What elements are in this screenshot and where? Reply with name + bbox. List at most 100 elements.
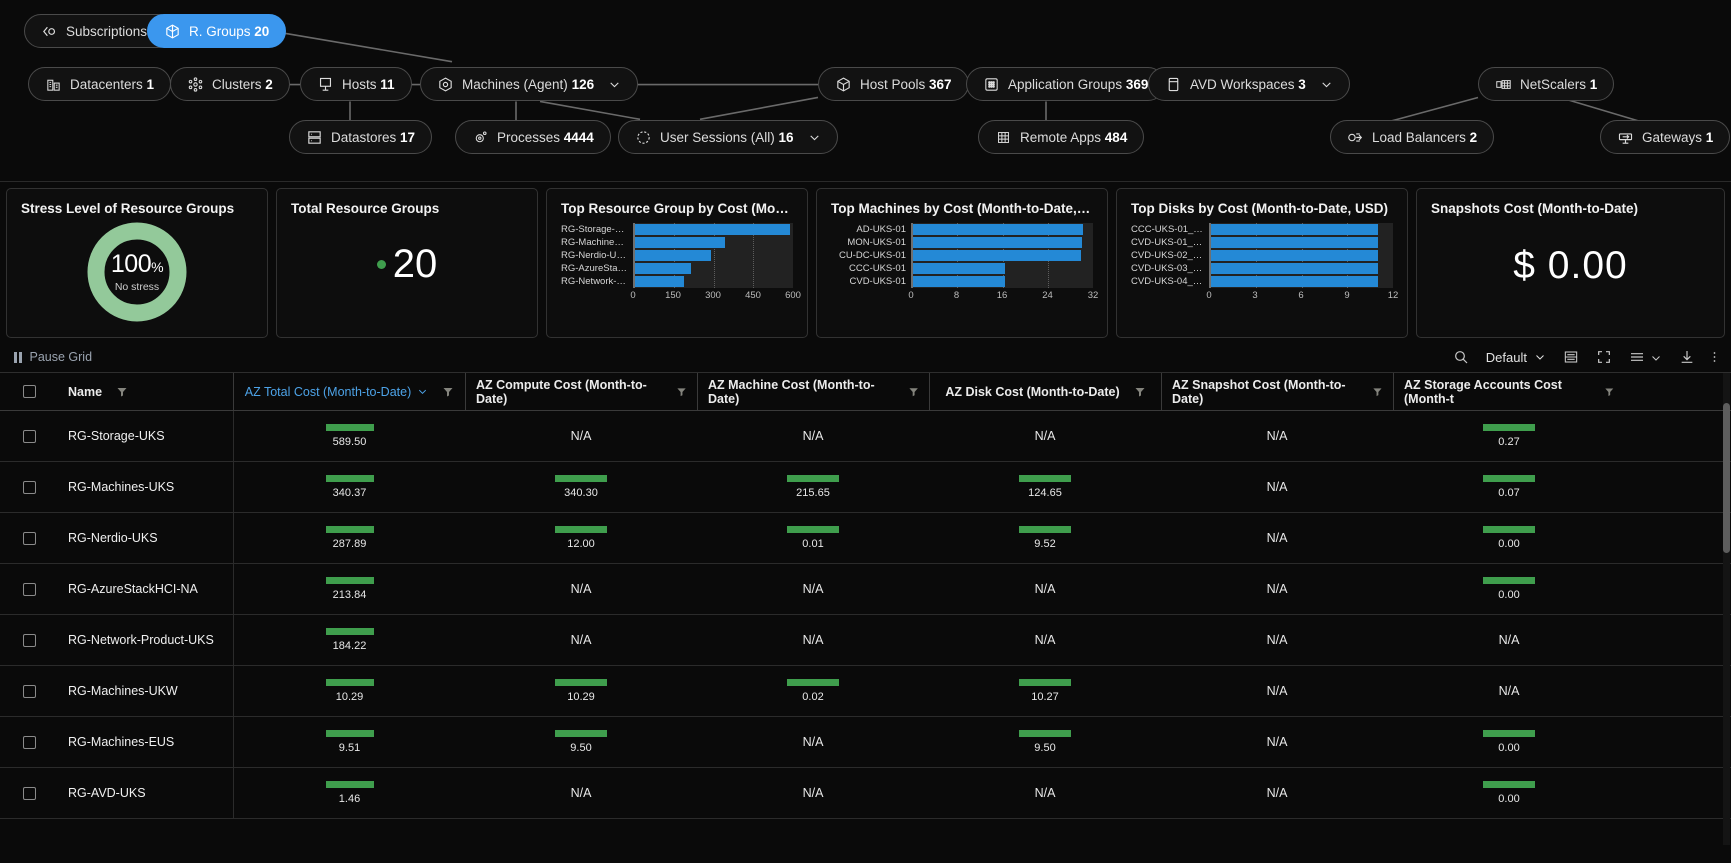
topology-node-label: Subscriptions 2 <box>66 23 158 39</box>
column-header-total[interactable]: AZ Total Cost (Month-to-Date) <box>233 373 465 410</box>
topology-node-processes[interactable]: Processes 4444 <box>455 120 611 154</box>
layout-icon[interactable] <box>1563 349 1579 365</box>
row-name-label: RG-Network-Product-UKS <box>68 633 214 647</box>
download-icon[interactable] <box>1679 349 1695 365</box>
topology-node-application-groups[interactable]: Application Groups 369 <box>966 67 1166 101</box>
card-title: Top Machines by Cost (Month-to-Date, USD… <box>831 201 1093 216</box>
row-checkbox[interactable] <box>22 582 36 596</box>
more-vertical-icon[interactable] <box>1712 349 1717 365</box>
bar-chart-row <box>635 249 793 262</box>
cell-compute: N/A <box>465 615 697 665</box>
chevron-down-icon[interactable] <box>1320 78 1333 91</box>
topology-node-datacenters[interactable]: Datacenters 1 <box>28 67 172 101</box>
card-title: Total Resource Groups <box>291 201 440 216</box>
topology-node-machines-agent[interactable]: Machines (Agent) 126 <box>420 67 639 101</box>
cell-value-label: 1.46 <box>338 793 361 805</box>
pause-grid-button[interactable]: Pause Grid <box>14 350 92 364</box>
fullscreen-icon[interactable] <box>1596 349 1612 365</box>
column-header-label: AZ Storage Accounts Cost (Month-t <box>1404 377 1562 406</box>
cell-name: RG-Machines-UKW <box>58 666 233 716</box>
topology-node-gateways[interactable]: Gateways 1 <box>1600 120 1731 154</box>
row-checkbox[interactable] <box>22 735 36 749</box>
row-select-cell <box>0 462 58 512</box>
column-filter-icon[interactable] <box>1134 386 1146 398</box>
cell-value-label: 124.65 <box>1028 487 1062 499</box>
row-name-label: RG-Storage-UKS <box>68 429 165 443</box>
column-filter-icon[interactable] <box>1372 386 1383 398</box>
cell-compute: N/A <box>465 564 697 614</box>
machine-icon <box>437 76 454 93</box>
topology-node-host-pools[interactable]: Host Pools 367 <box>818 67 969 101</box>
vertical-scrollbar[interactable] <box>1723 373 1730 845</box>
table-row[interactable]: RG-Machines-EUS 9.51 9.50 N/A 9.50 N/A 0.00 <box>0 717 1731 768</box>
cell-storage: 0.00 <box>1393 564 1625 614</box>
row-checkbox[interactable] <box>22 429 36 443</box>
cell-na-value: N/A <box>570 429 592 443</box>
row-name-label: RG-Machines-UKW <box>68 684 178 698</box>
column-filter-icon[interactable] <box>442 386 454 398</box>
row-checkbox[interactable] <box>22 786 36 800</box>
bar-chart-category-label: CCC-UKS-01_d... <box>1131 224 1204 235</box>
column-header-name[interactable]: Name <box>58 373 233 410</box>
cell-value-bar <box>325 679 374 686</box>
bar-chart-plot <box>633 223 793 288</box>
cell-value-bar <box>1483 730 1535 737</box>
search-icon[interactable] <box>1453 349 1469 365</box>
column-header-snapshot[interactable]: AZ Snapshot Cost (Month-to-Date) <box>1161 373 1393 410</box>
chevron-down-icon[interactable] <box>808 131 821 144</box>
sort-descending-icon[interactable] <box>417 386 428 397</box>
topology-node-user-sessions[interactable]: User Sessions (All) 16 <box>618 120 838 154</box>
topology-node-remote-apps[interactable]: Remote Apps 484 <box>978 120 1145 154</box>
bar-chart-row <box>1211 262 1393 275</box>
topology-node-datastores[interactable]: Datastores 17 <box>289 120 433 154</box>
bar-chart-axis: 0 8 16 24 32 <box>908 290 1098 304</box>
table-row[interactable]: RG-Machines-UKS 340.37 340.30 215.65 124.65 N… <box>0 462 1731 513</box>
bar-chart-bar <box>1211 237 1378 248</box>
table-row[interactable]: RG-AzureStackHCI-NA 213.84 N/A N/A N/A N/A 0.0… <box>0 564 1731 615</box>
bar-chart-tick-label: 9 <box>1344 290 1350 301</box>
table-row[interactable]: RG-Nerdio-UKS 287.89 12.00 0.01 9.52 N/A 0.00 <box>0 513 1731 564</box>
column-header-disk[interactable]: AZ Disk Cost (Month-to-Date) <box>929 373 1161 410</box>
column-filter-icon[interactable] <box>116 386 128 398</box>
table-row[interactable]: RG-AVD-UKS 1.46 N/A N/A N/A N/A 0.00 <box>0 768 1731 819</box>
column-filter-icon[interactable] <box>908 386 919 398</box>
column-header-compute[interactable]: AZ Compute Cost (Month-to-Date) <box>465 373 697 410</box>
row-checkbox[interactable] <box>22 684 36 698</box>
bar-chart-tick-label: 16 <box>996 290 1008 301</box>
bar-chart-axis: 0 3 6 9 12 <box>1206 290 1398 304</box>
topology-node-hosts[interactable]: Hosts 11 <box>300 67 412 101</box>
row-checkbox[interactable] <box>22 633 36 647</box>
cell-disk: 9.50 <box>929 717 1161 767</box>
bar-chart-plot <box>1209 223 1393 288</box>
cell-na-value: N/A <box>802 429 824 443</box>
select-all-checkbox[interactable] <box>22 385 36 398</box>
row-checkbox[interactable] <box>22 480 36 494</box>
table-row[interactable]: RG-Storage-UKS 589.50 N/A N/A N/A N/A 0.27 <box>0 411 1731 462</box>
column-header-label: AZ Compute Cost (Month-to-Date) <box>476 377 647 406</box>
topology-node-netscalers[interactable]: NetScalers 1 <box>1478 67 1615 101</box>
topology-node-resource-groups[interactable]: R. Groups 20 <box>147 14 287 48</box>
column-header-machine[interactable]: AZ Machine Cost (Month-to-Date) <box>697 373 929 410</box>
bar-chart-category-label: CVD-UKS-03_O... <box>1131 263 1204 274</box>
resource-groups-icon <box>164 23 181 40</box>
column-header-storage[interactable]: AZ Storage Accounts Cost (Month-t <box>1393 373 1625 410</box>
row-checkbox[interactable] <box>22 531 36 545</box>
select-all-header <box>0 373 58 410</box>
rows-density-selector[interactable] <box>1629 349 1662 365</box>
topology-node-load-balancers[interactable]: Load Balancers 2 <box>1330 120 1495 154</box>
cell-value-label: 9.52 <box>1034 538 1056 550</box>
topology-node-avd-workspaces[interactable]: AVD Workspaces 3 <box>1148 67 1350 101</box>
topology-node-clusters[interactable]: Clusters 2 <box>170 67 290 101</box>
row-select-cell <box>0 717 58 767</box>
card-total-resource-groups: Total Resource Groups 20 <box>276 188 538 338</box>
column-filter-icon[interactable] <box>676 386 687 398</box>
column-header-label: AZ Total Cost (Month-to-Date) <box>244 384 412 399</box>
view-selector[interactable]: Default <box>1486 350 1546 365</box>
column-header-label: AZ Snapshot Cost (Month-to-Date) <box>1172 377 1346 406</box>
table-row[interactable]: RG-Machines-UKW 10.29 10.29 0.02 10.27 N/A N/A <box>0 666 1731 717</box>
chevron-down-icon[interactable] <box>608 78 621 91</box>
bar-chart-row <box>635 236 793 249</box>
column-filter-icon[interactable] <box>1604 386 1615 398</box>
table-row[interactable]: RG-Network-Product-UKS 184.22 N/A N/A N/A N/A… <box>0 615 1731 666</box>
bar-chart-category-label: CVD-UKS-01 <box>849 276 907 287</box>
